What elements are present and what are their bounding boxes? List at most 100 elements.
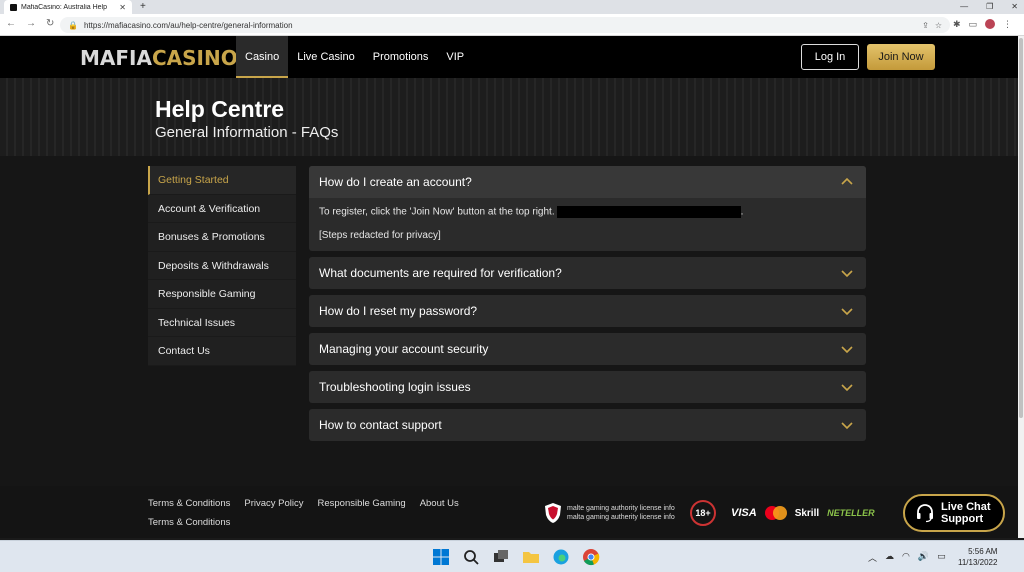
chevron-down-icon[interactable] (840, 380, 854, 394)
search-icon[interactable] (462, 548, 480, 566)
wifi-icon[interactable]: ◠ (902, 551, 910, 564)
site-logo[interactable]: MAFIACASINO (80, 46, 238, 70)
page-title: Help Centre (155, 96, 285, 122)
footer-link-responsible-gaming[interactable]: Responsible Gaming (318, 498, 406, 509)
volume-icon[interactable]: 🔊 (918, 551, 929, 564)
site-footer: Terms & Conditions Privacy Policy Respon… (0, 486, 1018, 538)
scrollbar-thumb[interactable] (1019, 38, 1023, 418)
faq-answer: To register, click the 'Join Now' button… (309, 198, 866, 251)
mga-shield-icon (545, 503, 561, 523)
taskbar-clock[interactable]: 5:56 AM 11/13/2022 (958, 546, 997, 568)
faq-question-toggle[interactable]: How do I create an account? (309, 166, 866, 198)
footer-link-terms[interactable]: Terms & Conditions (148, 498, 230, 509)
sidebar-item-responsible-gaming[interactable]: Responsible Gaming (148, 280, 296, 309)
window-controls: — ❐ ✕ (960, 0, 1018, 14)
mga-license[interactable]: malte gaming authority license info malt… (543, 502, 675, 524)
site-header: MAFIACASINO Casino Live Casino Promotion… (0, 36, 1018, 78)
sidebar-item-account-verification[interactable]: Account & Verification (148, 194, 296, 223)
help-sidebar: Getting Started Account & Verification B… (148, 166, 296, 366)
file-explorer-icon[interactable] (522, 548, 540, 566)
faq-question: How do I create an account? (319, 175, 472, 189)
faq-question-toggle[interactable]: Troubleshooting login issues (309, 371, 866, 403)
mga-text-line1: malte gaming authority license info (567, 505, 675, 512)
faq-question: What documents are required for verifica… (319, 266, 562, 280)
clock-time: 5:56 AM (968, 547, 998, 556)
sidebar-item-getting-started[interactable]: Getting Started (148, 166, 296, 195)
faq-question-toggle[interactable]: Managing your account security (309, 333, 866, 365)
chevron-down-icon[interactable] (840, 266, 854, 280)
sidebar-item-bonuses-promotions[interactable]: Bonuses & Promotions (148, 223, 296, 252)
clock-date: 11/13/2022 (958, 558, 998, 567)
faq-question-toggle[interactable]: How do I reset my password? (309, 295, 866, 327)
sidebar-item-deposits-withdrawals[interactable]: Deposits & Withdrawals (148, 251, 296, 280)
headset-icon (917, 504, 933, 523)
address-bar[interactable]: 🔒 https://mafiacasino.com/au/help-centre… (60, 17, 950, 33)
nav-casino[interactable]: Casino (236, 36, 289, 78)
browser-toolbar: ← → ↻ 🔒 https://mafiacasino.com/au/help-… (0, 14, 1024, 36)
back-icon[interactable]: ← (6, 18, 16, 29)
mastercard-logo (764, 506, 787, 520)
page-subtitle: General Information - FAQs (155, 124, 339, 141)
faq-question-toggle[interactable]: How to contact support (309, 409, 866, 441)
footer-link-about[interactable]: About Us (420, 498, 459, 509)
faq-question: How do I reset my password? (319, 304, 478, 318)
sidepanel-icon[interactable]: ▭ (968, 19, 977, 30)
task-view-icon[interactable] (492, 548, 510, 566)
sidebar-item-technical-issues[interactable]: Technical Issues (148, 308, 296, 337)
restore-icon[interactable]: ❐ (986, 0, 993, 14)
footer-link-terms-2[interactable]: Terms & Conditions (148, 517, 230, 528)
minimize-icon[interactable]: — (960, 0, 968, 14)
address-url[interactable]: https://mafiacasino.com/au/help-centre/g… (84, 21, 916, 30)
menu-kebab-icon[interactable]: ⋮ (1003, 19, 1012, 30)
windows-start-icon[interactable] (432, 548, 450, 566)
browser-tabbar: MafiaCasino: Australia Help ✕ + — ❐ ✕ (0, 0, 1024, 14)
sidebar-item-contact-us[interactable]: Contact Us (148, 337, 296, 366)
faq-list: How do I create an account? To register,… (309, 166, 866, 447)
mga-text-line2: malta gaming autherity license info (567, 514, 675, 521)
chevron-down-icon[interactable] (840, 418, 854, 432)
faq-answer-text: To register, click the 'Join Now' button… (319, 206, 555, 218)
share-icon[interactable]: ⇪ (922, 21, 929, 30)
chevron-down-icon[interactable] (840, 304, 854, 318)
logo-casino: CASINO (151, 46, 238, 70)
redaction-bar (556, 206, 741, 218)
nav-vip[interactable]: VIP (437, 36, 473, 78)
live-chat-label-2: Support (941, 513, 984, 525)
faq-question: Troubleshooting login issues (319, 380, 471, 394)
chrome-icon[interactable] (582, 548, 600, 566)
page-scrollbar[interactable] (1018, 36, 1024, 538)
edge-icon[interactable] (552, 548, 570, 566)
payment-methods: VISA Skrill NETELLER (731, 506, 875, 520)
join-now-button[interactable]: Join Now (867, 44, 935, 70)
skrill-logo: Skrill (794, 507, 820, 519)
forward-icon[interactable]: → (26, 18, 36, 29)
age-restriction-badge: 18+ (690, 500, 716, 526)
live-chat-button[interactable]: Live Chat Support (903, 494, 1005, 532)
browser-tab[interactable]: MafiaCasino: Australia Help ✕ (4, 0, 132, 14)
faq-item: How to contact support (309, 409, 866, 441)
chevron-up-icon[interactable] (840, 175, 854, 189)
main-nav: Casino Live Casino Promotions VIP (236, 36, 473, 78)
tray-chevron-icon[interactable]: ︿ (868, 551, 877, 564)
extensions-icon[interactable]: ✱ (953, 19, 961, 30)
faq-answer-note: [Steps redacted for privacy] (319, 230, 441, 241)
chevron-down-icon[interactable] (840, 342, 854, 356)
close-window-icon[interactable]: ✕ (1011, 0, 1018, 14)
lock-icon[interactable]: 🔒 (68, 21, 78, 30)
new-tab-icon[interactable]: + (140, 0, 146, 14)
neteller-logo: NETELLER (827, 508, 875, 518)
bookmark-star-icon[interactable]: ☆ (935, 21, 942, 30)
faq-question-toggle[interactable]: What documents are required for verifica… (309, 257, 866, 289)
battery-icon[interactable]: ▭ (937, 551, 946, 564)
login-button[interactable]: Log In (801, 44, 859, 70)
onedrive-icon[interactable]: ☁ (885, 551, 894, 564)
live-chat-label-1: Live Chat (941, 501, 991, 513)
footer-link-privacy[interactable]: Privacy Policy (244, 498, 303, 509)
profile-avatar[interactable] (985, 19, 995, 29)
nav-promotions[interactable]: Promotions (364, 36, 438, 78)
close-tab-icon[interactable]: ✕ (119, 3, 126, 12)
faq-question: Managing your account security (319, 342, 489, 356)
reload-icon[interactable]: ↻ (46, 18, 54, 29)
nav-live-casino[interactable]: Live Casino (288, 36, 363, 78)
favicon-icon (10, 3, 17, 11)
